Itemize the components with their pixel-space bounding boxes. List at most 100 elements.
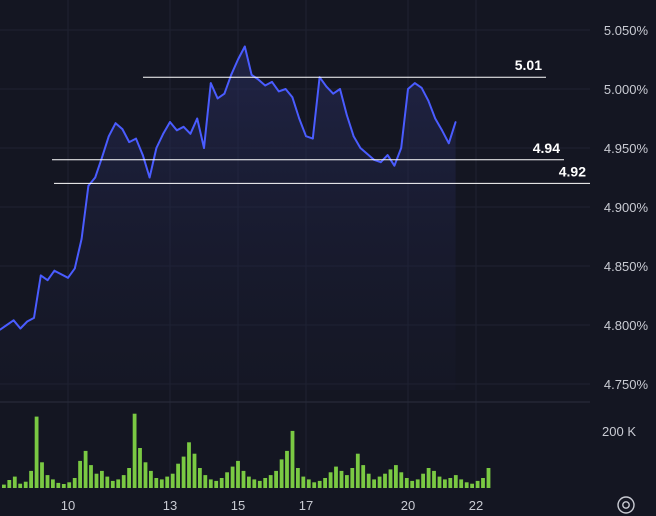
volume-bar bbox=[306, 479, 311, 488]
volume-tick-label: 200 K bbox=[602, 424, 636, 439]
volume-bar bbox=[159, 479, 164, 488]
volume-bar bbox=[285, 450, 289, 488]
volume-bar bbox=[432, 470, 436, 488]
y-tick-label: 4.950% bbox=[604, 141, 649, 156]
series-point bbox=[53, 269, 56, 272]
volume-bar bbox=[247, 476, 251, 488]
volume-bar bbox=[89, 465, 93, 488]
volume-bar bbox=[78, 460, 82, 488]
volume-bar bbox=[361, 465, 366, 488]
series-point bbox=[114, 122, 117, 125]
volume-bar bbox=[339, 470, 344, 488]
level-label: 4.94 bbox=[533, 140, 560, 156]
volume-bars bbox=[2, 413, 491, 488]
series-point bbox=[291, 96, 294, 99]
volume-bar bbox=[257, 480, 262, 488]
volume-bar bbox=[121, 475, 126, 488]
series-point bbox=[46, 279, 49, 282]
volume-bar bbox=[165, 476, 170, 488]
series-point bbox=[80, 238, 83, 240]
chart-settings-button[interactable] bbox=[617, 496, 635, 514]
series-point bbox=[12, 319, 15, 322]
y-axis: 4.750% 4.800% 4.850% 4.900% 4.950% 5.000% 5.05… bbox=[602, 23, 648, 439]
series-point bbox=[298, 117, 301, 120]
series-point bbox=[209, 82, 212, 84]
series-point bbox=[33, 317, 35, 319]
series-point bbox=[162, 132, 165, 135]
volume-bar bbox=[312, 482, 317, 488]
volume-bar bbox=[453, 475, 458, 488]
level-label: 5.01 bbox=[515, 57, 542, 73]
volume-bar bbox=[110, 480, 115, 488]
volume-bar bbox=[132, 413, 137, 488]
series-point bbox=[413, 82, 416, 84]
volume-bar bbox=[187, 442, 191, 488]
series-point bbox=[135, 137, 137, 140]
volume-bar bbox=[154, 478, 159, 488]
volume-bar bbox=[350, 468, 355, 488]
volume-bar bbox=[486, 468, 491, 488]
volume-bar bbox=[40, 462, 44, 488]
volume-bar bbox=[56, 482, 61, 488]
series-point bbox=[175, 129, 178, 132]
volume-bar bbox=[437, 476, 442, 488]
volume-bar bbox=[170, 473, 175, 488]
series-point bbox=[447, 142, 450, 145]
volume-bar bbox=[236, 460, 240, 488]
series-point bbox=[386, 154, 389, 157]
price-chart[interactable]: 5.01 4.94 4.92 4.750% 4.800% 4.850% 4.900% 4.9… bbox=[0, 0, 656, 516]
volume-bar bbox=[138, 448, 142, 488]
series-point bbox=[182, 125, 185, 128]
series-point bbox=[264, 84, 267, 87]
volume-bar bbox=[203, 475, 208, 488]
volume-bar bbox=[399, 472, 404, 488]
series-point bbox=[121, 128, 124, 131]
volume-bar bbox=[29, 470, 33, 488]
series-point bbox=[148, 176, 151, 179]
series-point bbox=[325, 85, 328, 88]
chart-container[interactable]: 5.01 4.94 4.92 4.750% 4.800% 4.850% 4.900% 4.9… bbox=[0, 0, 656, 516]
series-point bbox=[427, 99, 430, 102]
series-point bbox=[5, 324, 8, 326]
series-point bbox=[407, 88, 409, 90]
series-point bbox=[67, 276, 69, 279]
series-point bbox=[332, 92, 335, 95]
volume-bar bbox=[415, 479, 420, 488]
volume-bar bbox=[23, 481, 28, 488]
y-tick-label: 5.000% bbox=[604, 82, 649, 97]
series-point bbox=[243, 45, 246, 48]
series-point bbox=[216, 97, 219, 100]
volume-bar bbox=[176, 463, 180, 488]
volume-bar bbox=[421, 473, 425, 488]
volume-bar bbox=[100, 470, 104, 488]
volume-bar bbox=[192, 453, 197, 488]
volume-bar bbox=[230, 466, 235, 488]
level-label: 4.92 bbox=[559, 163, 586, 179]
series-point bbox=[339, 88, 341, 90]
volume-bar bbox=[268, 475, 273, 488]
series-point bbox=[393, 164, 396, 167]
series-point bbox=[420, 86, 423, 89]
x-tick-label: 20 bbox=[401, 498, 415, 513]
x-axis: 10 13 15 17 20 22 bbox=[61, 498, 483, 513]
volume-bar bbox=[181, 456, 186, 488]
series-point bbox=[230, 73, 233, 76]
volume-bar bbox=[18, 483, 23, 488]
x-tick-label: 17 bbox=[299, 498, 313, 513]
volume-bar bbox=[116, 479, 121, 488]
volume-bar bbox=[208, 479, 213, 488]
y-tick-label: 5.050% bbox=[604, 23, 649, 38]
volume-bar bbox=[334, 466, 338, 488]
volume-bar bbox=[67, 482, 72, 488]
volume-bar bbox=[241, 470, 246, 488]
series-point bbox=[366, 153, 369, 155]
series-point bbox=[311, 137, 314, 140]
volume-bar bbox=[388, 469, 393, 488]
volume-bar bbox=[219, 478, 224, 488]
volume-bar bbox=[61, 484, 66, 488]
volume-bar bbox=[366, 473, 371, 488]
series-point bbox=[400, 147, 403, 149]
series-point bbox=[39, 274, 42, 277]
volume-bar bbox=[383, 473, 387, 488]
volume-bar bbox=[105, 476, 110, 488]
